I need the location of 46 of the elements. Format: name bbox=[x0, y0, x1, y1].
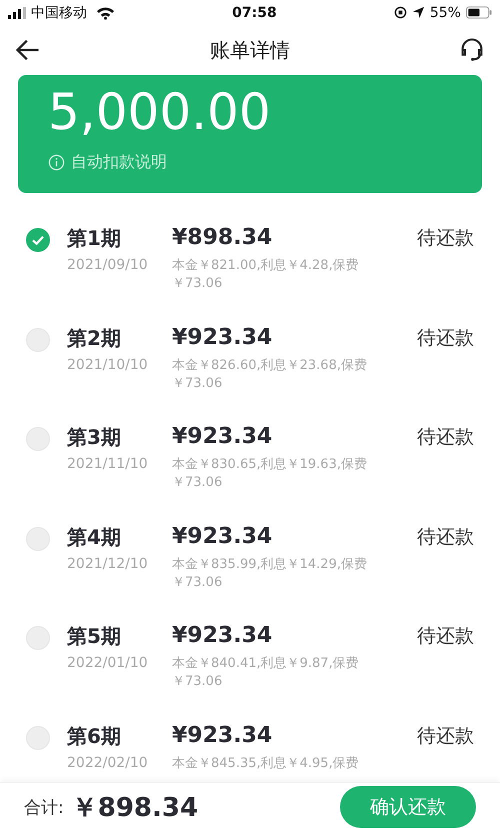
due-date: 2021/09/10 bbox=[67, 257, 149, 273]
period-label: 第6期 bbox=[67, 722, 122, 750]
due-date: 2021/11/10 bbox=[67, 456, 149, 472]
amount-breakdown: 本金￥826.60,利息￥23.68,保费￥73.06 bbox=[172, 356, 368, 392]
due-date: 2021/12/10 bbox=[67, 556, 149, 572]
carrier-name: 中国移动 bbox=[31, 4, 87, 22]
loan-amount: 5,000.00 bbox=[48, 86, 272, 138]
payment-status: 待还款 bbox=[417, 724, 474, 748]
installment-amount: ¥923.34 bbox=[172, 522, 274, 550]
payment-status: 待还款 bbox=[417, 226, 474, 251]
total-label: 合计: bbox=[24, 796, 64, 818]
info-icon bbox=[48, 154, 65, 171]
period-label: 第2期 bbox=[67, 324, 122, 352]
battery-percent: 55% bbox=[430, 4, 461, 20]
due-date: 2021/10/10 bbox=[67, 356, 149, 372]
rotation-lock-icon bbox=[394, 6, 407, 19]
amount-breakdown: 本金￥830.65,利息￥19.63,保费￥73.06 bbox=[172, 456, 368, 492]
battery-icon bbox=[466, 6, 492, 19]
amount-breakdown: 本金￥840.41,利息￥9.87,保费￥73.06 bbox=[172, 655, 360, 691]
page-title: 账单详情 bbox=[210, 36, 290, 64]
amount-breakdown: 本金￥845.35,利息￥4.95,保费 bbox=[172, 754, 360, 772]
installment-amount: ¥923.34 bbox=[172, 622, 274, 650]
payment-status: 待还款 bbox=[417, 624, 474, 649]
wifi-icon bbox=[96, 6, 115, 20]
due-date: 2022/01/10 bbox=[67, 655, 149, 671]
total-amount: ￥898.34 bbox=[72, 792, 198, 824]
amount-breakdown: 本金￥821.00,利息￥4.28,保费￥73.06 bbox=[172, 257, 360, 293]
period-label: 第1期 bbox=[67, 225, 122, 252]
select-radio[interactable] bbox=[26, 228, 50, 252]
confirm-repayment-button[interactable]: 确认还款 bbox=[340, 786, 476, 828]
installment-amount: ¥923.34 bbox=[172, 722, 274, 750]
payment-status: 待还款 bbox=[417, 326, 474, 350]
installment-amount: ¥923.34 bbox=[172, 324, 274, 352]
period-label: 第4期 bbox=[67, 524, 122, 550]
installment-amount: ¥923.34 bbox=[172, 423, 274, 451]
signal-icon bbox=[8, 6, 26, 18]
location-icon bbox=[412, 6, 425, 19]
period-label: 第5期 bbox=[67, 623, 122, 650]
payment-status: 待还款 bbox=[417, 524, 474, 550]
installment-amount: ¥898.34 bbox=[172, 224, 274, 252]
due-date: 2022/02/10 bbox=[67, 754, 149, 770]
auto-debit-link[interactable]: 自动扣款说明 bbox=[48, 152, 167, 173]
amount-breakdown: 本金￥835.99,利息￥14.29,保费￥73.06 bbox=[172, 556, 368, 592]
period-label: 第3期 bbox=[67, 424, 122, 451]
payment-status: 待还款 bbox=[417, 425, 474, 450]
status-time: 07:58 bbox=[232, 4, 277, 20]
